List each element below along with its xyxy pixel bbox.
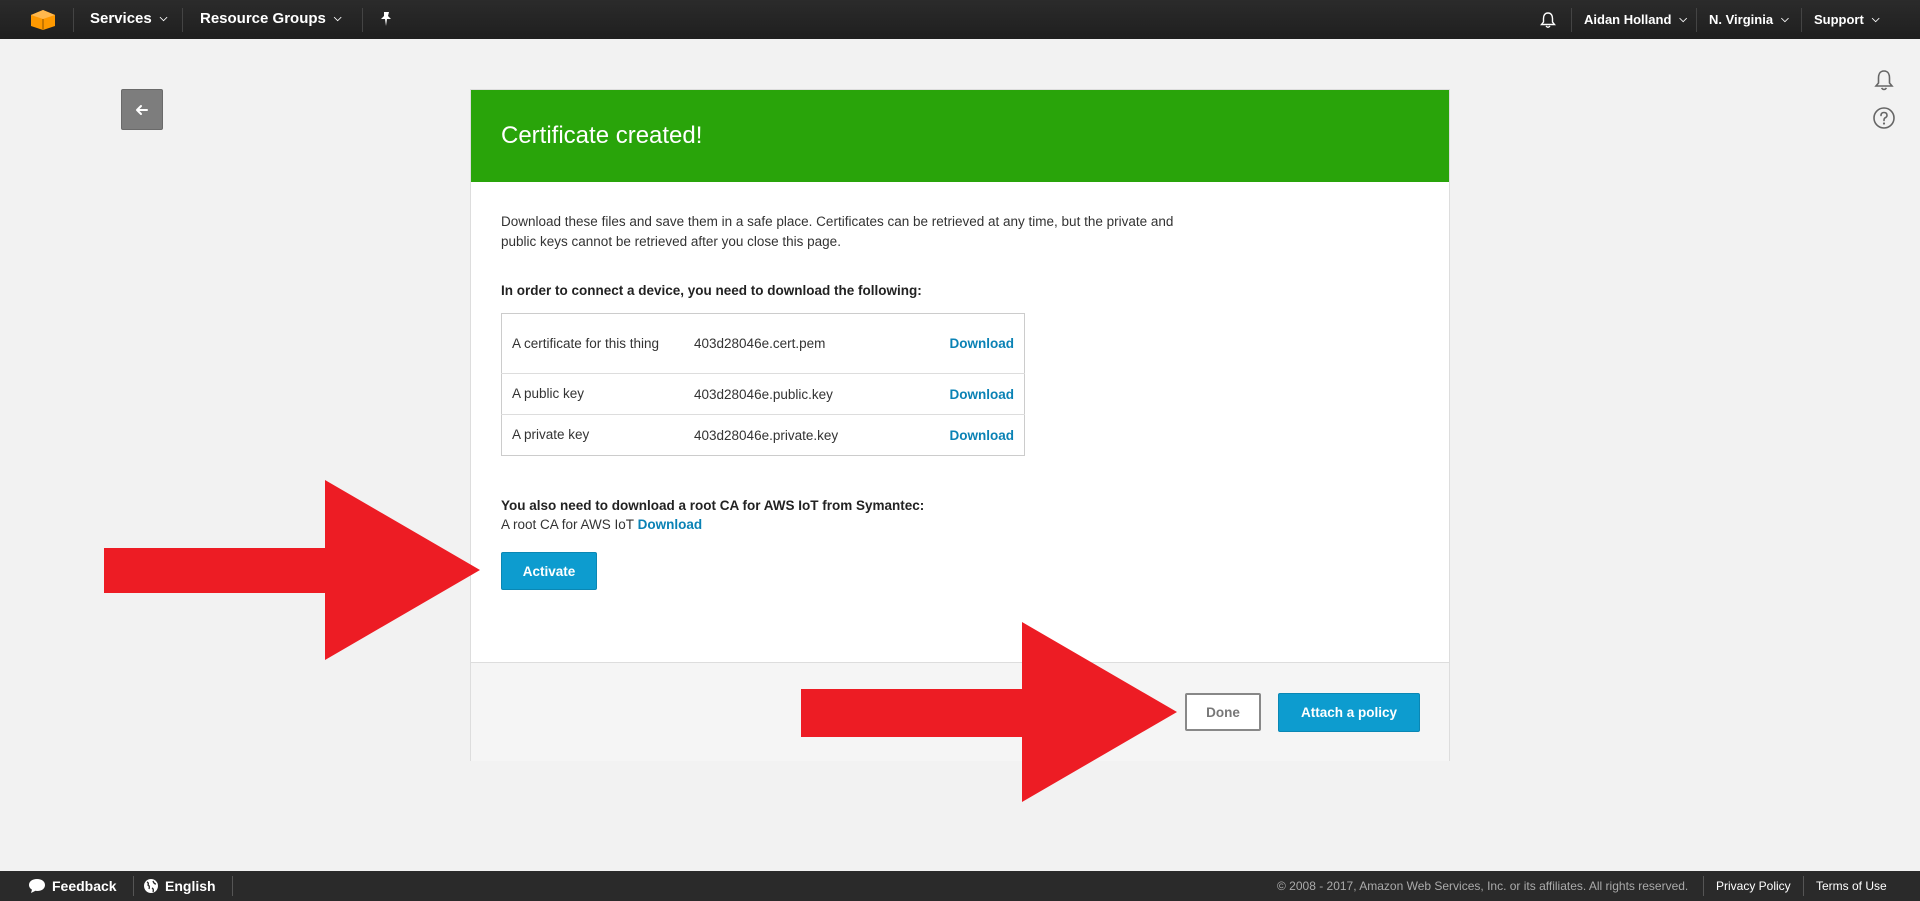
- footer-separator: [232, 876, 233, 896]
- speech-bubble-icon: [29, 879, 45, 893]
- table-row: A private key 403d28046e.private.key Dow…: [501, 414, 1025, 456]
- nav-separator: [1571, 8, 1572, 32]
- region-label: N. Virginia: [1709, 12, 1774, 27]
- privacy-policy-link[interactable]: Privacy Policy: [1716, 879, 1791, 893]
- nav-separator: [182, 8, 183, 32]
- done-button[interactable]: Done: [1185, 693, 1261, 731]
- chevron-down-icon: ⌵: [1871, 14, 1880, 25]
- table-row: A public key 403d28046e.public.key Downl…: [501, 373, 1025, 415]
- footer-separator: [1803, 876, 1804, 896]
- download-public-key-link[interactable]: Download: [950, 387, 1015, 402]
- arrow-left-icon: [136, 104, 148, 115]
- globe-icon: [144, 879, 158, 893]
- pin-icon[interactable]: [378, 11, 394, 27]
- files-heading: In order to connect a device, you need t…: [501, 283, 922, 298]
- table-row: A certificate for this thing 403d28046e.…: [502, 314, 1025, 374]
- aws-logo-icon[interactable]: [30, 9, 56, 31]
- top-navigation-bar: Services ⌵ Resource Groups ⌵ Aidan Holland…: [0, 0, 1920, 39]
- nav-separator: [1801, 8, 1802, 32]
- support-label: Support: [1814, 12, 1864, 27]
- intro-text: Download these files and save them in a …: [501, 214, 1174, 249]
- file-name: 403d28046e.cert.pem: [694, 336, 826, 351]
- chevron-down-icon: ⌵: [1679, 14, 1687, 25]
- language-selector[interactable]: English: [143, 878, 216, 894]
- help-icon[interactable]: [1872, 106, 1896, 130]
- back-button[interactable]: [121, 89, 163, 130]
- chevron-down-icon: ⌵: [1781, 14, 1789, 25]
- region-menu[interactable]: N. Virginia ⌵: [1709, 12, 1789, 27]
- chevron-down-icon: ⌵: [159, 13, 168, 24]
- file-name: 403d28046e.public.key: [684, 373, 924, 415]
- page-title: Certificate created!: [501, 122, 703, 149]
- resource-groups-label: Resource Groups: [200, 10, 326, 27]
- terms-of-use-link[interactable]: Terms of Use: [1816, 879, 1887, 893]
- download-files-table: A certificate for this thing 403d28046e.…: [501, 313, 1025, 456]
- download-private-key-link[interactable]: Download: [950, 428, 1015, 443]
- bell-icon[interactable]: [1872, 68, 1896, 92]
- user-menu[interactable]: Aidan Holland ⌵: [1584, 12, 1687, 27]
- feedback-label: Feedback: [52, 878, 117, 894]
- attach-policy-button[interactable]: Attach a policy: [1278, 693, 1420, 732]
- download-certificate-link[interactable]: Download: [950, 336, 1015, 351]
- page-footer: Feedback English © 2008 - 2017, Amazon W…: [0, 871, 1920, 901]
- red-arrow-annotation: [104, 480, 480, 660]
- root-ca-line: A root CA for AWS IoT Download: [501, 517, 702, 532]
- download-root-ca-link[interactable]: Download: [638, 517, 703, 532]
- red-arrow-annotation: [801, 622, 1177, 802]
- services-menu[interactable]: Services ⌵: [90, 10, 167, 27]
- resource-groups-menu[interactable]: Resource Groups ⌵: [200, 10, 341, 27]
- support-menu[interactable]: Support ⌵: [1814, 12, 1879, 27]
- chevron-down-icon: ⌵: [333, 13, 342, 24]
- file-description: A certificate for this thing: [512, 335, 660, 351]
- user-label: Aidan Holland: [1584, 12, 1672, 27]
- activate-button[interactable]: Activate: [501, 552, 597, 590]
- file-name: 403d28046e.private.key: [684, 414, 924, 456]
- feedback-link[interactable]: Feedback: [28, 878, 117, 894]
- copyright-text: © 2008 - 2017, Amazon Web Services, Inc.…: [1277, 879, 1689, 893]
- file-description: A public key: [501, 373, 684, 415]
- footer-separator: [133, 876, 134, 896]
- file-description: A private key: [501, 414, 684, 456]
- root-ca-text: A root CA for AWS IoT: [501, 517, 634, 532]
- bell-icon[interactable]: [1539, 11, 1557, 29]
- nav-separator: [1696, 8, 1697, 32]
- root-ca-heading: You also need to download a root CA for …: [501, 498, 925, 513]
- success-header: Certificate created!: [471, 90, 1449, 182]
- nav-separator: [362, 8, 363, 32]
- footer-separator: [1703, 876, 1704, 896]
- language-label: English: [165, 878, 216, 894]
- services-label: Services: [90, 10, 152, 27]
- nav-separator: [73, 8, 74, 32]
